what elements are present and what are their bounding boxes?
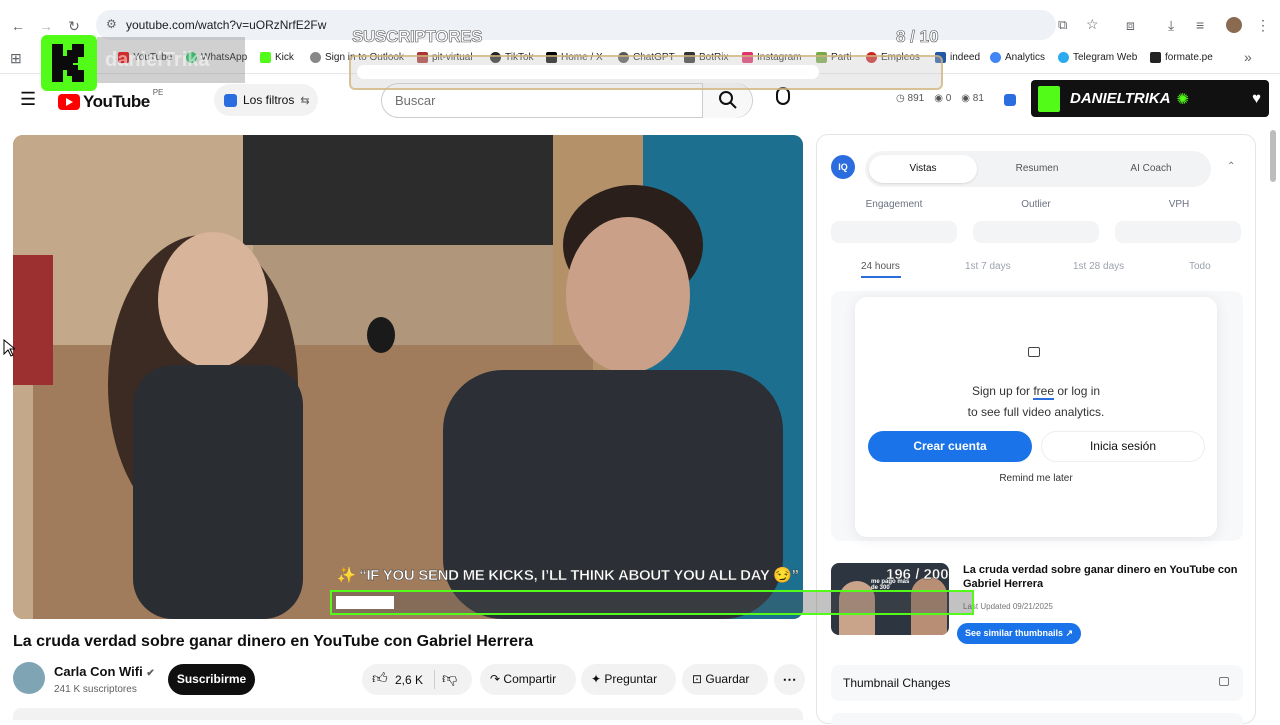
ask-button[interactable]: ✦ Preguntar: [581, 664, 676, 695]
bookmark-analytics[interactable]: Analytics: [990, 52, 1045, 63]
menu-icon[interactable]: ⋮: [1256, 17, 1270, 34]
back-icon[interactable]: ←: [10, 18, 26, 34]
profile-avatar[interactable]: [1226, 17, 1242, 33]
youtube-play-icon: [58, 94, 80, 110]
kicks-goal-progress: 196 / 200: [886, 566, 949, 583]
metric-engagement-value: [831, 221, 957, 243]
subs-goal-fill: [357, 65, 819, 79]
page-scrollbar[interactable]: [1270, 130, 1276, 182]
video-title: La cruda verdad sobre ganar dinero en Yo…: [13, 633, 534, 650]
analytics-panel: IQ Vistas Resumen AI Coach ⌃ Engagement …: [816, 134, 1256, 725]
subs-goal-bar: [349, 55, 943, 90]
metric-engagement: Engagement: [865, 199, 923, 210]
forward-icon[interactable]: →: [38, 18, 54, 34]
bookmark-kick[interactable]: Kick: [260, 52, 294, 63]
channel-avatar[interactable]: [13, 662, 45, 694]
site-info-icon[interactable]: ⚙: [106, 17, 117, 31]
metric-vph-value: [1115, 221, 1241, 243]
bookmark-formate[interactable]: formate.pe: [1150, 52, 1213, 63]
filter-app-icon: [224, 93, 237, 107]
verified-badge-icon: ✺: [1176, 90, 1190, 108]
header-stats: ◷ 891 ◉ 0 ◉ 81: [896, 93, 984, 104]
tab-resumen[interactable]: Resumen: [983, 155, 1091, 183]
url-text: youtube.com/watch?v=uORzNrfE2Fw: [126, 18, 327, 32]
next-section: [831, 713, 1243, 725]
range-24h[interactable]: 24 hours: [861, 261, 901, 278]
ghost-name-overlay: danielTrika: [97, 37, 245, 83]
bookmark-telegram[interactable]: Telegram Web: [1058, 52, 1137, 63]
dislike-button[interactable]: 👎︎: [442, 670, 457, 688]
reload-icon[interactable]: ↻: [66, 18, 82, 34]
verified-icon: ✔: [146, 668, 155, 679]
signup-message: Sign up for free or log in to see full v…: [967, 384, 1105, 419]
kick-k-icon: [52, 44, 84, 82]
kicks-goal-message: ✨ “IF YOU SEND ME KICKS, I’LL THINK ABOU…: [337, 567, 799, 584]
filters-button[interactable]: Los filtros ⇆: [214, 84, 318, 116]
lock-icon-small: [1219, 677, 1229, 686]
description-box[interactable]: [13, 708, 803, 720]
video-player[interactable]: [13, 135, 803, 619]
iq-logo-icon: IQ: [831, 155, 855, 179]
stat-a: ◉ 0: [934, 93, 952, 104]
download-icon[interactable]: ⤓: [1168, 17, 1174, 34]
thumbnail-title: La cruda verdad sobre ganar dinero en Yo…: [963, 564, 1238, 590]
video-frame: [13, 135, 803, 619]
search-input[interactable]: Buscar: [395, 93, 435, 108]
login-button[interactable]: Inicia sesión: [1041, 431, 1205, 462]
collapse-chevron-icon[interactable]: ⌃: [1227, 161, 1235, 172]
metric-outlier: Outlier: [1021, 199, 1051, 210]
iq-icon[interactable]: [1004, 94, 1016, 106]
kick-channel-name: DANIELTRIKA: [1070, 90, 1171, 107]
more-bookmarks-icon[interactable]: »: [1244, 49, 1252, 65]
subscribe-button[interactable]: Suscribirme: [168, 664, 255, 695]
metric-outlier-value: [973, 221, 1099, 243]
search-icon: [719, 91, 737, 109]
kick-channel-badge: DANIELTRIKA ✺ ♥: [1031, 80, 1269, 117]
channel-name[interactable]: Carla Con Wifi ✔: [54, 664, 155, 679]
kicks-goal-fill: [336, 596, 394, 609]
hamburger-menu-icon[interactable]: ☰: [20, 89, 36, 110]
extensions-icon[interactable]: ⧈: [1126, 17, 1135, 34]
kick-small-icon: [1038, 85, 1060, 112]
kick-logo: [41, 35, 97, 91]
create-account-button[interactable]: Crear cuenta: [868, 431, 1032, 462]
divider: [434, 670, 435, 689]
subscriber-count: 241 K suscriptores: [54, 684, 137, 695]
signup-card: Sign up for free or log in to see full v…: [855, 297, 1217, 537]
youtube-logo[interactable]: YouTube PE: [58, 88, 163, 112]
metric-vph: VPH: [1168, 199, 1190, 210]
bookmark-star-icon[interactable]: ☆: [1086, 16, 1099, 33]
range-all[interactable]: Todo: [1189, 261, 1211, 272]
range-7d[interactable]: 1st 7 days: [965, 261, 1011, 272]
remind-later-link[interactable]: Remind me later: [855, 473, 1217, 484]
subs-goal-label: SUSCRIPTORES: [352, 27, 483, 47]
range-28d[interactable]: 1st 28 days: [1073, 261, 1124, 272]
kicks-goal-bar: [330, 590, 974, 615]
tab-vistas[interactable]: Vistas: [869, 155, 977, 183]
tab-ai-coach[interactable]: AI Coach: [1097, 155, 1205, 183]
subs-goal-progress: 8 / 10: [896, 27, 939, 47]
like-button[interactable]: 👍︎: [372, 670, 388, 688]
stat-b: ◉ 81: [961, 93, 984, 104]
share-button[interactable]: ↷ Compartir: [480, 664, 576, 695]
more-actions-button[interactable]: ⋯: [774, 664, 805, 695]
like-count: 2,6 K: [395, 673, 424, 687]
views-stat: ◷ 891: [896, 93, 925, 104]
share-icon: ↷: [490, 672, 501, 686]
bookmark-icon: ⊡: [692, 672, 703, 686]
cast-icon[interactable]: ⧉: [1058, 17, 1067, 33]
like-dislike-group: 👍︎ 2,6 K 👎︎: [362, 664, 472, 695]
similar-thumbnails-button[interactable]: See similar thumbnails ↗: [957, 623, 1082, 644]
media-icon[interactable]: ≡: [1196, 17, 1204, 33]
thumbnail-changes-row[interactable]: Thumbnail Changes: [831, 665, 1243, 701]
apps-grid-icon[interactable]: ⊞: [10, 50, 22, 67]
lock-icon: [1028, 347, 1040, 357]
sparkle-icon: ✦: [591, 672, 602, 686]
heart-icon: ♥: [1252, 90, 1261, 107]
last-updated: Last Updated 09/21/2025: [963, 602, 1053, 611]
mouse-cursor-icon: [3, 339, 15, 357]
sliders-icon: ⇆: [300, 94, 310, 107]
save-button[interactable]: ⊡ Guardar: [682, 664, 768, 695]
